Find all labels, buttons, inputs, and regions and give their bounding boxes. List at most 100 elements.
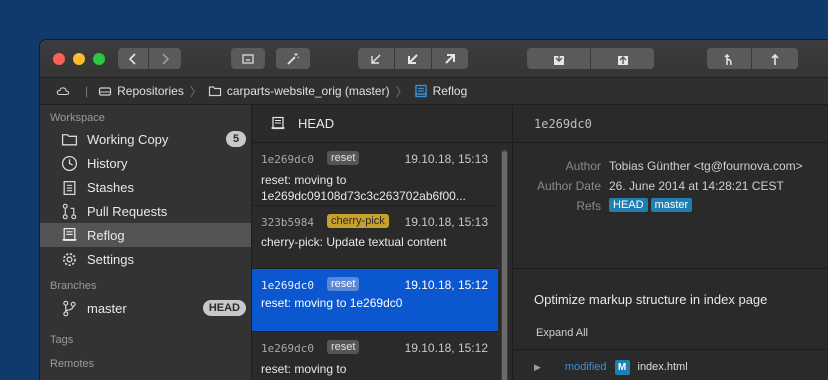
refs-label: Refs — [576, 199, 601, 213]
reflog-date: 19.10.18, 15:13 — [404, 215, 488, 229]
back-button[interactable] — [118, 48, 148, 69]
chevron-right-icon — [162, 52, 170, 65]
quick-open-button[interactable] — [231, 48, 265, 69]
minimize-window-button[interactable] — [73, 53, 85, 65]
up-arrow-icon — [771, 53, 779, 65]
reflog-entry-selected[interactable]: 1e269dc0 reset 19.10.18, 15:12 reset: mo… — [252, 269, 498, 332]
app-window: | Repositories 〉 carparts-website_orig (… — [40, 40, 828, 380]
divider — [513, 268, 828, 269]
push-button[interactable] — [432, 48, 468, 69]
crumb-reflog-label: Reflog — [432, 84, 468, 98]
reflog-message: cherry-pick: Update textual content — [261, 234, 491, 250]
pop-stash-button[interactable] — [591, 48, 654, 69]
branch-icon — [60, 299, 78, 317]
reflog-icon — [60, 226, 78, 244]
pull-request-icon — [60, 202, 78, 220]
sidebar-item-stashes[interactable]: Stashes — [40, 175, 251, 199]
cloud-icon — [56, 87, 70, 96]
drive-icon — [99, 87, 112, 96]
magic-wand-button[interactable] — [276, 48, 310, 69]
author-value: Tobias Günther <tg@fournova.com> — [609, 159, 803, 173]
divider — [513, 349, 828, 350]
disclosure-triangle-icon[interactable]: ▶ — [534, 362, 541, 373]
author-date-value: 26. June 2014 at 14:28:21 CEST — [609, 179, 784, 193]
sidebar-item-label: Reflog — [87, 227, 125, 243]
reflog-list: HEAD 1e269dc0 reset 19.10.18, 15:13 rese… — [252, 105, 513, 380]
remotes-section-title[interactable]: Remotes — [40, 351, 251, 377]
reflog-icon — [271, 116, 285, 129]
fetch-arrow-icon — [371, 54, 381, 64]
refs-list: HEAD master — [609, 197, 695, 212]
zoom-window-button[interactable] — [93, 53, 105, 65]
divider — [513, 142, 828, 143]
commit-hash: 1e269dc0 — [261, 342, 314, 355]
commit-hash: 1e269dc0 — [261, 279, 314, 292]
fetch-button[interactable] — [358, 48, 394, 69]
ref-badge-master[interactable]: master — [650, 198, 693, 212]
sidebar-item-label: History — [87, 155, 128, 171]
reflog-message-line: 1e269dc09108d73c3c263702ab6f00... — [261, 189, 466, 203]
chevron-right-icon: 〉 — [395, 84, 408, 99]
reflog-entry[interactable]: 1e269dc0 reset 19.10.18, 15:12 reset: mo… — [252, 332, 498, 380]
sidebar-item-reflog[interactable]: Reflog — [40, 223, 251, 247]
detail-commit-hash: 1e269dc0 — [534, 117, 592, 131]
sidebar-item-branch-master[interactable]: master HEAD — [40, 295, 251, 321]
forward-button[interactable] — [149, 48, 181, 69]
clock-icon — [60, 154, 78, 172]
crumb-reflog[interactable]: Reflog — [414, 84, 468, 98]
sidebar: Workspace Working Copy 5 History Stashes… — [40, 105, 252, 380]
cloud-crumb[interactable] — [56, 84, 75, 98]
sidebar-item-label: master — [87, 300, 127, 316]
reflog-icon — [414, 84, 427, 98]
sidebar-item-label: Settings — [87, 251, 134, 267]
reflog-entry[interactable]: 1e269dc0 reset 19.10.18, 15:13 reset: mo… — [252, 143, 498, 206]
crumb-repository[interactable]: carparts-website_orig (master) — [208, 84, 390, 98]
reflog-message-line: reset: moving to — [261, 173, 347, 187]
sidebar-item-history[interactable]: History — [40, 151, 251, 175]
reflog-message-line: reset: moving to — [261, 362, 347, 376]
author-label: Author — [565, 159, 601, 173]
reflog-action-tag: reset — [327, 340, 360, 354]
sidebar-item-label: Stashes — [87, 179, 134, 195]
chevron-left-icon — [128, 52, 136, 65]
expand-all-button[interactable]: Expand All — [536, 327, 588, 339]
window-icon — [242, 53, 254, 64]
ref-name: HEAD — [298, 116, 335, 131]
changed-file-row[interactable]: ▶ modified M index.html — [513, 358, 828, 376]
reflog-entry[interactable]: 323b5984 cherry-pick 19.10.18, 15:13 che… — [252, 206, 498, 269]
workspace-section-title: Workspace — [50, 112, 105, 124]
scrollbar-thumb[interactable] — [502, 151, 507, 380]
reflog-action-tag: reset — [327, 151, 360, 165]
reflog-message: reset: moving to 1e269dc09108d73c3c26370… — [261, 172, 491, 204]
close-window-button[interactable] — [53, 53, 65, 65]
stash-button[interactable] — [527, 48, 590, 69]
sidebar-item-working-copy[interactable]: Working Copy 5 — [40, 127, 251, 151]
ref-badge-head[interactable]: HEAD — [609, 198, 648, 212]
reflog-message: reset: moving to 1e269dc0 — [261, 295, 491, 311]
head-badge: HEAD — [202, 300, 246, 316]
crumb-repositories[interactable]: Repositories — [98, 84, 184, 98]
tag-button[interactable] — [752, 48, 798, 69]
reflog-message-line: cherry-pick: Update textual content — [261, 235, 447, 249]
reflog-action-tag: cherry-pick — [327, 214, 389, 228]
clipboard-icon — [60, 178, 78, 196]
tags-section-title[interactable]: Tags — [40, 327, 251, 351]
file-status: modified — [564, 361, 607, 373]
reflog-message-line: reset: moving to 1e269dc0 — [261, 296, 403, 310]
sidebar-item-settings[interactable]: Settings — [40, 247, 251, 271]
sidebar-item-label: Pull Requests — [87, 203, 168, 219]
pull-button[interactable] — [395, 48, 431, 69]
reflog-message: reset: moving to — [261, 361, 491, 377]
push-arrow-icon — [445, 53, 455, 64]
toolbar — [40, 40, 828, 78]
commit-subject: Optimize markup structure in index page — [534, 292, 768, 307]
sidebar-item-pull-requests[interactable]: Pull Requests — [40, 199, 251, 223]
sidebar-item-label: Working Copy — [87, 131, 169, 147]
branch-button[interactable] — [707, 48, 751, 69]
commit-detail: 1e269dc0 Author Tobias Günther <tg@fourn… — [513, 105, 828, 380]
pull-arrow-icon — [408, 53, 418, 64]
reflog-action-tag: reset — [327, 277, 360, 291]
changes-count-badge: 5 — [226, 131, 246, 147]
reflog-date: 19.10.18, 15:12 — [404, 278, 488, 292]
chevron-right-icon: 〉 — [189, 84, 202, 99]
